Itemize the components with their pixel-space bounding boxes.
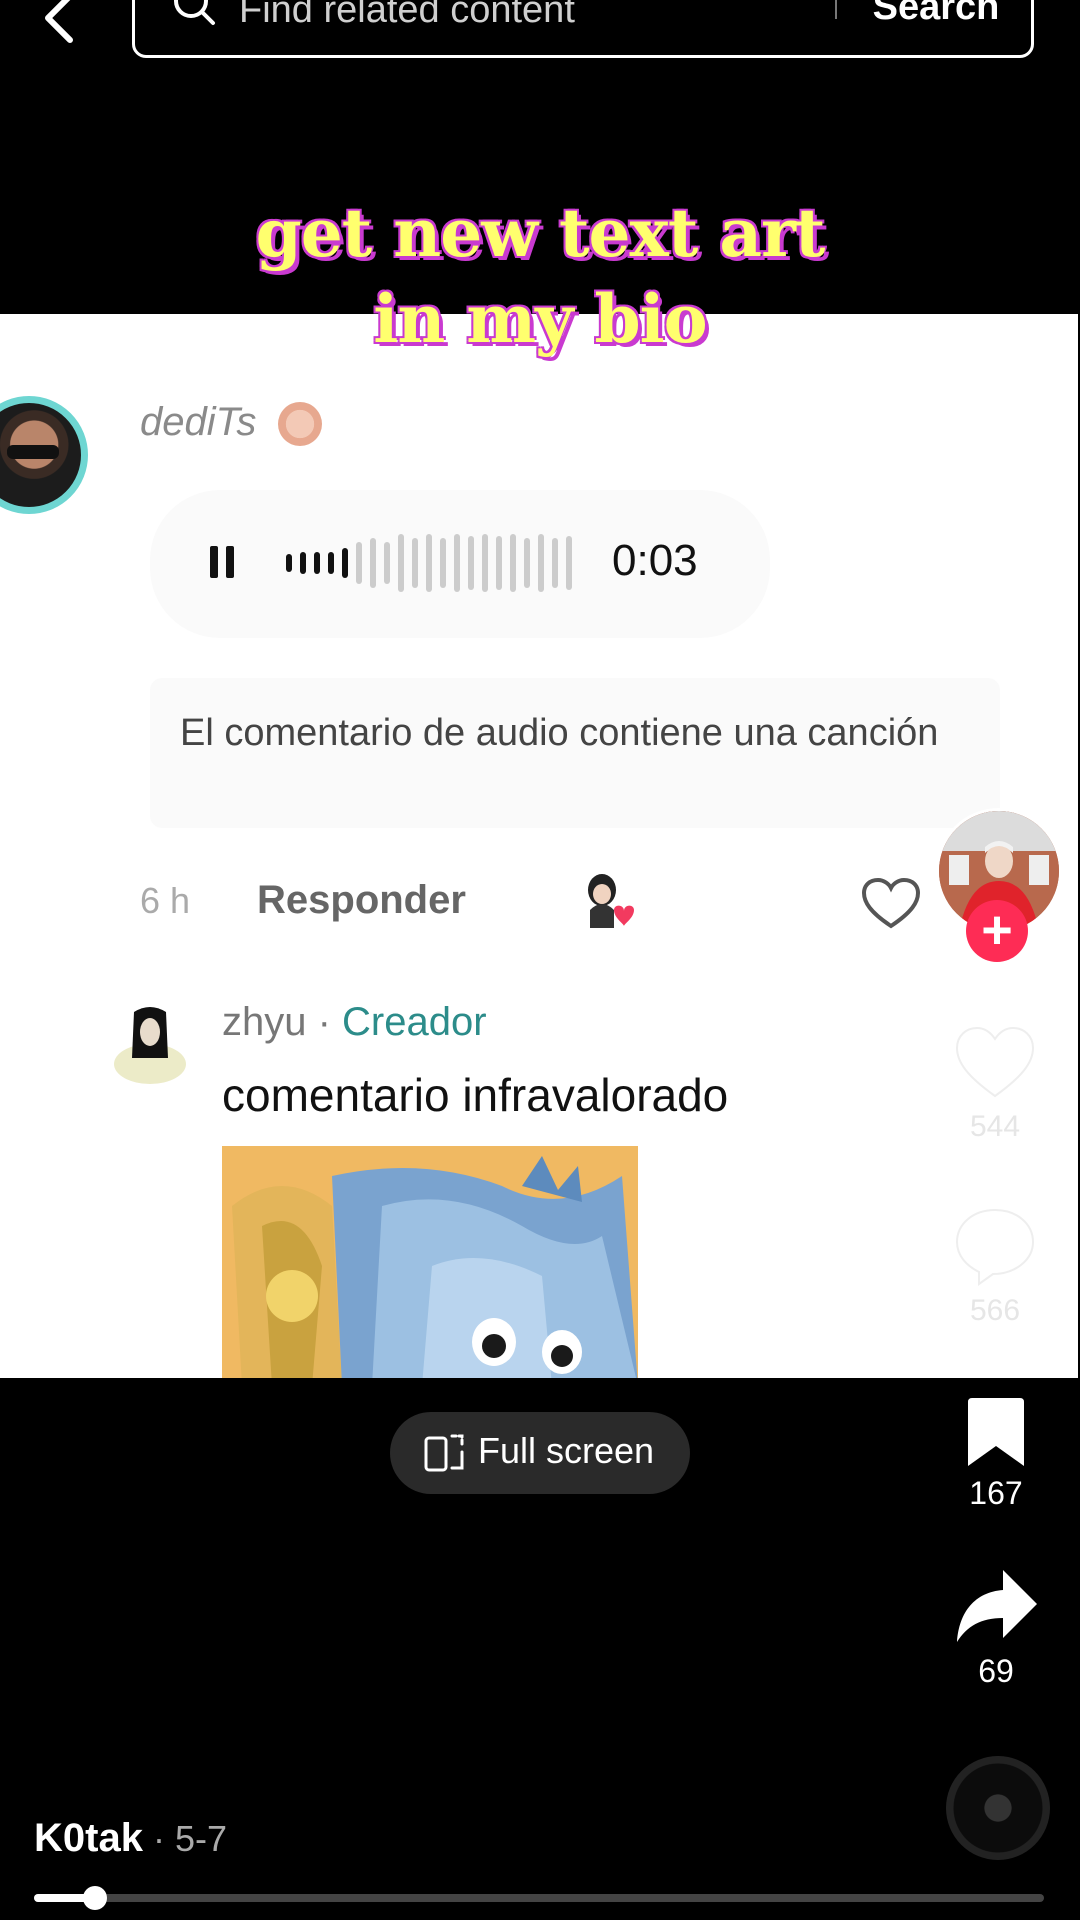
reply-button[interactable]: Responder	[257, 878, 466, 923]
comment-sticker-image	[222, 1146, 638, 1378]
bookmark-action[interactable]: 167	[940, 1396, 1052, 1512]
waveform-icon	[286, 534, 572, 592]
avatar	[112, 1002, 188, 1086]
author-info: K0tak · 5-7	[34, 1816, 227, 1861]
search-bar[interactable]: Search	[132, 0, 1034, 58]
faded-like-count: 544	[969, 1110, 1021, 1143]
search-divider	[835, 0, 837, 19]
follow-button[interactable]: +	[966, 900, 1028, 962]
search-button[interactable]: Search	[851, 0, 1021, 37]
comment-author-row: zhyu · Creador	[222, 1000, 487, 1045]
music-disc-icon[interactable]	[946, 1756, 1050, 1860]
audio-duration: 0:03	[612, 536, 698, 585]
author-name[interactable]: K0tak	[34, 1816, 143, 1860]
progress-scrubber[interactable]	[82, 1886, 107, 1910]
search-input[interactable]	[239, 0, 839, 35]
bookmark-count: 167	[969, 1475, 1023, 1511]
back-button[interactable]	[36, 0, 86, 50]
comment-meta: 6 h Responder	[140, 872, 940, 932]
heart-icon	[955, 1026, 1035, 1098]
caption-line-1: get new text art	[255, 194, 826, 272]
rotate-screen-icon	[424, 1434, 464, 1472]
comment-text: comentario infravalorado	[222, 1069, 729, 1121]
share-count: 69	[978, 1653, 1014, 1689]
video-progress-bar[interactable]	[34, 1886, 1044, 1910]
faded-comment-count: 566	[969, 1294, 1021, 1327]
video-player-screen: Search get new text art in my bio dediTs	[0, 0, 1080, 1920]
avatar	[0, 396, 88, 514]
fullscreen-button[interactable]: Full screen	[390, 1412, 690, 1494]
video-content[interactable]: dediTs 0:03 El comentario de audio conti…	[0, 314, 1078, 1378]
name-separator: ·	[306, 1000, 343, 1044]
sunglasses-shape	[7, 445, 59, 459]
heart-outline-icon[interactable]	[860, 876, 922, 932]
overlay-caption: get new text art in my bio	[0, 190, 1080, 362]
comment-username: zhyu	[222, 1000, 307, 1044]
comment-icon	[955, 1208, 1035, 1286]
emoji-icon	[278, 402, 322, 446]
audio-notice: El comentario de audio contiene una canc…	[150, 678, 1000, 828]
share-arrow-icon	[957, 1570, 1037, 1642]
creator-liked-icon	[580, 872, 636, 932]
comment-time: 6 h	[140, 880, 191, 921]
audio-notice-text: El comentario de audio contiene una canc…	[180, 712, 939, 754]
pause-icon	[208, 544, 236, 580]
audio-comment-player: 0:03	[150, 490, 770, 638]
faded-like-action: 544	[950, 1026, 1040, 1144]
creator-badge: Creador	[342, 1000, 487, 1044]
faded-comment-action: 566	[950, 1206, 1040, 1328]
search-icon	[169, 0, 221, 37]
share-action[interactable]: 69	[940, 1566, 1052, 1690]
caption-line-2: in my bio	[373, 280, 707, 358]
post-date: · 5-7	[142, 1818, 227, 1859]
fullscreen-label: Full screen	[478, 1430, 655, 1471]
comment-username: dediTs	[140, 400, 257, 444]
bookmark-icon	[968, 1398, 1024, 1466]
chevron-left-icon	[45, 0, 73, 43]
